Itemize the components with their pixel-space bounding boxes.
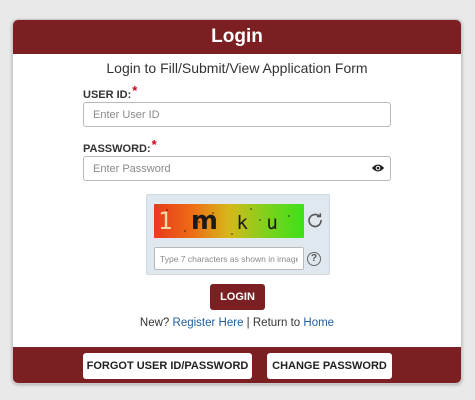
password-input[interactable] [83,156,391,181]
captcha-char: u [266,212,280,234]
login-header: Login [13,20,461,54]
login-subtitle: Login to Fill/Submit/View Application Fo… [106,60,368,76]
login-button[interactable]: LOGIN [210,284,265,310]
user-id-input[interactable] [83,102,391,127]
register-link[interactable]: Register Here [173,317,244,329]
captcha-characters: 1 m k u h 2 d [154,204,304,238]
login-card: Login Login to Fill/Submit/View Applicat… [12,19,462,384]
captcha-char: k [236,212,250,234]
captcha-panel: 1 m k u h 2 d ? [146,194,330,275]
login-footer: FORGOT USER ID/PASSWORD CHANGE PASSWORD [13,347,461,383]
eye-icon[interactable] [371,162,385,174]
captcha-char: 1 [158,207,175,235]
captcha-input[interactable] [154,247,304,270]
help-icon[interactable]: ? [307,252,321,266]
change-password-button[interactable]: CHANGE PASSWORD [267,353,392,379]
user-id-label: USER ID:* [83,83,138,101]
user-id-required-mark: * [132,83,138,98]
password-required-mark: * [151,137,157,152]
password-label: PASSWORD:* [83,137,157,155]
return-text: Return to [252,317,301,329]
refresh-icon[interactable] [307,212,323,228]
home-link[interactable]: Home [303,317,334,329]
register-links: New? Register Here | Return to Home [13,317,461,329]
forgot-credentials-button[interactable]: FORGOT USER ID/PASSWORD [83,353,252,379]
captcha-char: m [190,206,220,236]
password-label-text: PASSWORD: [83,143,151,155]
captcha-image: 1 m k u h 2 d [154,204,304,238]
link-separator: | [246,317,250,329]
new-text: New? [139,317,170,329]
user-id-label-text: USER ID: [83,89,132,101]
